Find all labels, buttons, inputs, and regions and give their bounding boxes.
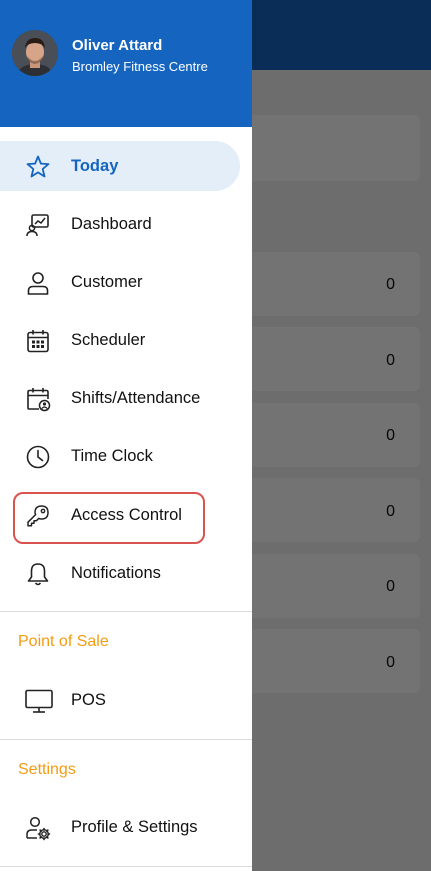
menu-item-time-clock[interactable]: Time Clock (0, 431, 252, 481)
monitor-icon (25, 689, 53, 713)
menu-item-label: Profile & Settings (71, 817, 198, 836)
menu-item-label: Dashboard (71, 214, 152, 233)
menu-item-label: Time Clock (71, 446, 153, 465)
navigation-drawer: Oliver Attard Bromley Fitness Centre Tod… (0, 0, 252, 871)
section-title-point-of-sale: Point of Sale (18, 633, 109, 650)
calendar-icon (27, 330, 49, 353)
avatar[interactable] (12, 30, 58, 76)
user-organization: Bromley Fitness Centre (72, 59, 208, 74)
menu-item-notifications[interactable]: Notifications (0, 548, 252, 598)
user-name: Oliver Attard (72, 37, 163, 54)
menu-item-dashboard[interactable]: Dashboard (0, 199, 252, 249)
divider (0, 739, 252, 740)
bell-icon (27, 563, 49, 586)
menu-item-label: Customer (71, 272, 143, 291)
menu-item-scheduler[interactable]: Scheduler (0, 315, 252, 365)
menu-item-pos[interactable]: POS (0, 675, 252, 725)
divider (0, 866, 252, 867)
dashboard-icon (26, 214, 49, 237)
drawer-header: Oliver Attard Bromley Fitness Centre (0, 0, 252, 127)
menu-item-label: Today (71, 156, 119, 175)
menu-item-shifts-attendance[interactable]: Shifts/Attendance (0, 373, 252, 423)
menu-item-label: POS (71, 690, 106, 709)
user-gear-icon (26, 816, 51, 841)
menu-item-label: Shifts/Attendance (71, 388, 201, 407)
menu-item-profile-settings[interactable]: Profile & Settings (0, 802, 252, 852)
highlight-outline (13, 492, 205, 544)
menu-item-today[interactable]: Today (0, 141, 252, 191)
section-title-settings: Settings (18, 761, 76, 778)
menu-item-label: Scheduler (71, 330, 146, 349)
menu-item-customer[interactable]: Customer (0, 257, 252, 307)
divider (0, 611, 252, 612)
menu-item-label: Notifications (71, 563, 161, 582)
clock-icon (26, 445, 50, 469)
calendar-person-icon (27, 388, 51, 412)
star-icon (26, 155, 50, 178)
person-icon (27, 272, 49, 295)
